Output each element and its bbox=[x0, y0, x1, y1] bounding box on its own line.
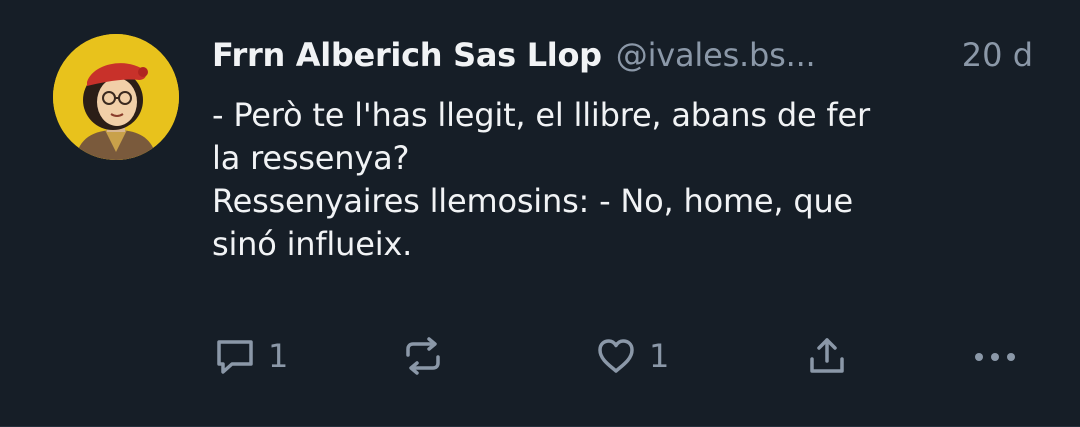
heart-icon bbox=[598, 339, 634, 373]
post-text: - Però te l'has llegit, el llibre, abans… bbox=[212, 94, 1052, 266]
reply-button[interactable]: 1 bbox=[212, 330, 288, 382]
avatar[interactable] bbox=[53, 34, 179, 160]
repost-button[interactable] bbox=[400, 330, 446, 382]
ellipsis-icon bbox=[975, 353, 1015, 361]
share-button[interactable] bbox=[804, 330, 850, 382]
post-text-line: Ressenyaires llemosins: - No, home, que bbox=[212, 182, 854, 220]
post-text-line: sinó influeix. bbox=[212, 225, 413, 263]
post-actions: 1 1 bbox=[0, 330, 1080, 382]
speech-bubble-icon bbox=[217, 340, 253, 374]
like-count: 1 bbox=[649, 337, 670, 375]
author-display-name[interactable]: Frrn Alberich Sas Llop bbox=[212, 36, 602, 74]
reply-count: 1 bbox=[268, 337, 289, 375]
share-upload-icon bbox=[810, 338, 844, 373]
like-button[interactable]: 1 bbox=[593, 330, 669, 382]
post-header: Frrn Alberich Sas Llop @ivales.bs... 20 … bbox=[212, 36, 1042, 82]
post-text-line: la ressenya? bbox=[212, 139, 410, 177]
avatar-illustration bbox=[53, 34, 179, 160]
more-options-button[interactable] bbox=[968, 330, 1022, 382]
post-timestamp[interactable]: 20 d bbox=[962, 36, 1033, 74]
post-card[interactable]: Frrn Alberich Sas Llop @ivales.bs... 20 … bbox=[0, 0, 1080, 427]
author-handle[interactable]: @ivales.bs... bbox=[616, 36, 816, 74]
post-text-line: - Però te l'has llegit, el llibre, abans… bbox=[212, 96, 870, 134]
repost-arrows-icon bbox=[406, 337, 440, 375]
